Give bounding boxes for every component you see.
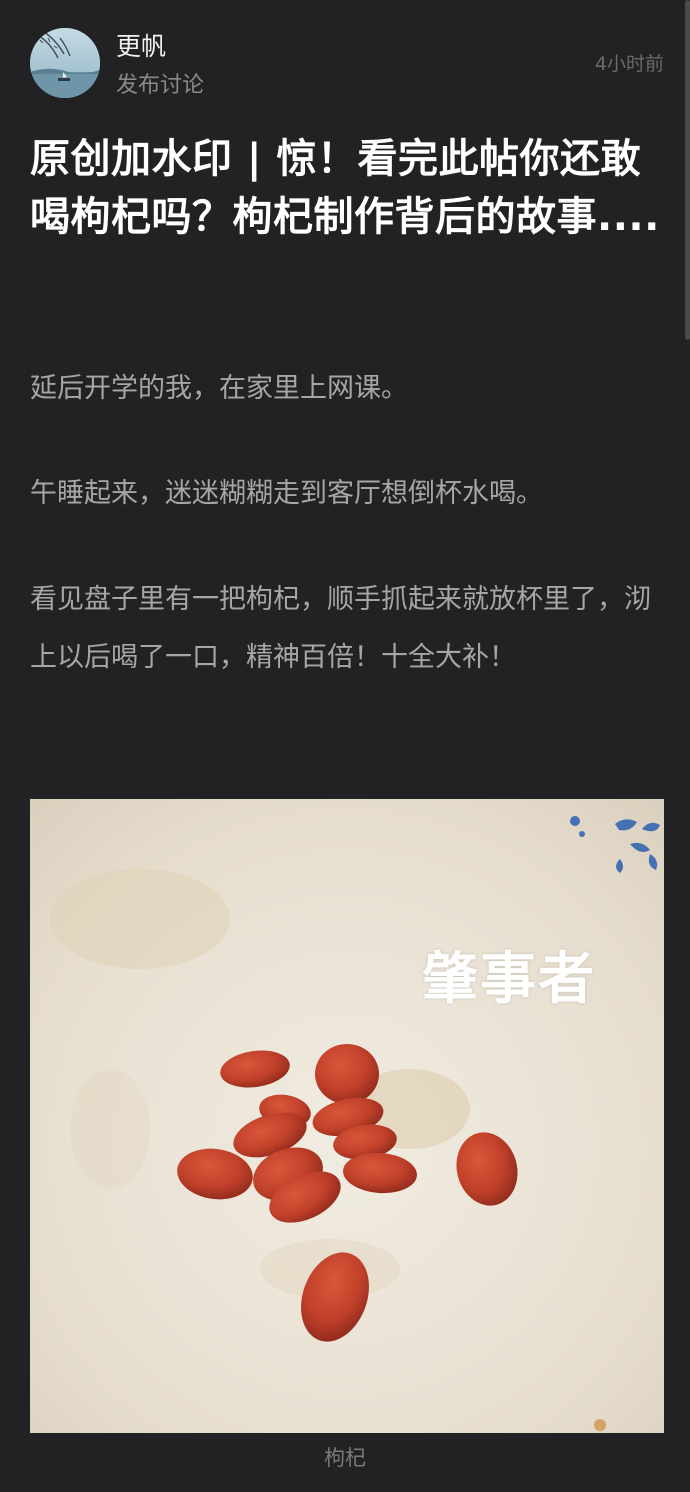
body-paragraph-2: 午睡起来，迷迷糊糊走到客厅想倒杯水喝。 xyxy=(30,478,543,509)
avatar[interactable] xyxy=(30,28,100,98)
post-title: 原创加水印 | 惊！看完此帖你还敢喝枸杞吗？枸杞制作背后的故事.... xyxy=(30,136,660,240)
scrollbar[interactable] xyxy=(685,0,690,340)
goji-plate-image xyxy=(30,799,664,1433)
body-paragraph-3: 看见盘子里有一把枸杞，顺手抓起来就放杯里了，沏上以后喝了一口，精神百倍！十全大补… xyxy=(30,584,651,673)
author-name[interactable]: 更帆 xyxy=(116,32,166,62)
image-watermark: 肇事者 xyxy=(422,947,596,1012)
image-caption: 枸杞 xyxy=(324,1446,366,1470)
body-paragraph-1: 延后开学的我，在家里上网课。 xyxy=(30,373,408,404)
post-timestamp: 4小时前 xyxy=(594,53,664,75)
post-photo[interactable]: 肇事者 xyxy=(30,799,664,1433)
post-action-label: 发布讨论 xyxy=(116,73,205,98)
landscape-avatar-icon xyxy=(30,28,100,98)
post-header: 更帆 发布讨论 4小时前 xyxy=(30,28,664,100)
